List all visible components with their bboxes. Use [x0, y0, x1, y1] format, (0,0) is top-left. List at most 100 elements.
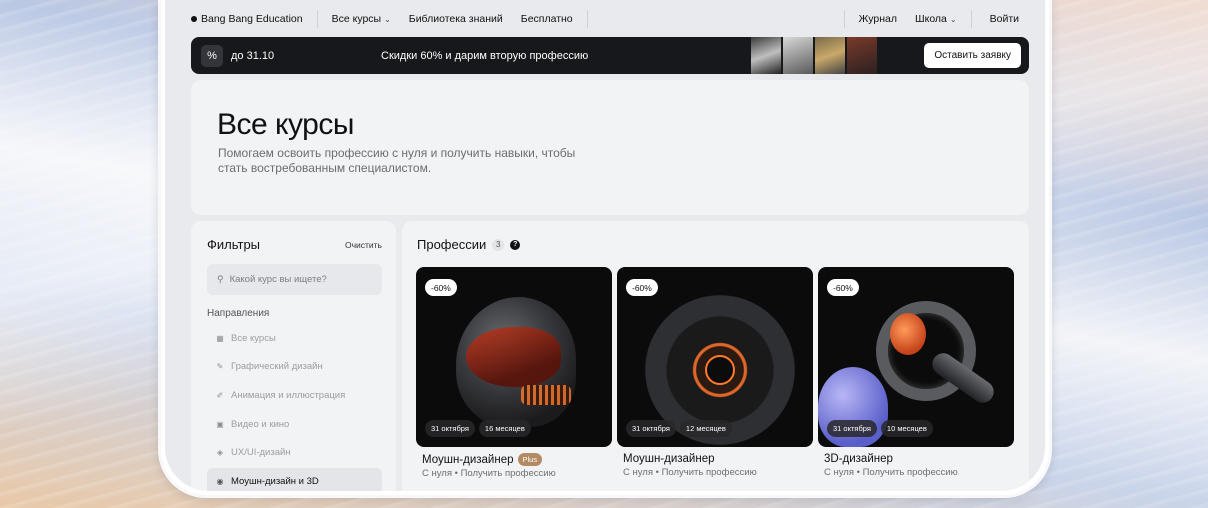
direction-item-video[interactable]: ▣ Видео и кино [207, 411, 382, 437]
search-placeholder: Какой курс вы ищете? [229, 274, 327, 285]
poster-image [847, 37, 877, 74]
promo-posters [751, 37, 877, 74]
course-chips: 31 октября 12 месяцев [626, 420, 732, 437]
percent-icon: % [201, 44, 223, 67]
direction-label: Все курсы [231, 332, 276, 344]
direction-label: Анимация и иллюстрация [231, 389, 346, 401]
direction-label: Графический дизайн [231, 361, 323, 373]
discount-badge: -60% [425, 279, 457, 296]
duration-chip: 12 месяцев [679, 420, 732, 437]
direction-item-ux-ui[interactable]: ◈ UX/UI-дизайн [207, 440, 382, 466]
direction-item-graphic-design[interactable]: ✎ Графический дизайн [207, 354, 382, 380]
help-icon[interactable]: ? [510, 239, 521, 250]
duration-chip: 10 месяцев [880, 420, 933, 437]
course-search-input[interactable]: ⚲ Какой курс вы ищете? [207, 264, 382, 295]
start-date-chip: 31 октября [425, 420, 475, 437]
leave-request-button[interactable]: Оставить заявку [924, 43, 1021, 68]
plus-badge: Plus [517, 453, 543, 466]
nav-knowledge-library[interactable]: Библиотека знаний [409, 13, 503, 25]
pen-tool-icon: ✎ [216, 362, 224, 372]
device-frame: Bang Bang Education Все курсы ⌄ Библиоте… [158, 0, 1052, 498]
filters-panel: Фильтры Очистить ⚲ Какой курс вы ищете? … [191, 221, 396, 491]
course-card[interactable]: -60% 31 октября 12 месяцев Моушн-дизайне… [617, 267, 813, 479]
helmet-visor-illustration [466, 327, 561, 387]
tire-hub-illustration [705, 355, 735, 385]
login-label: Войти [989, 13, 1019, 25]
direction-item-motion-3d[interactable]: ◉ Моушн-дизайн и 3D [207, 468, 382, 491]
grid-icon: ▦ [216, 333, 224, 343]
course-chips: 31 октября 16 месяцев [425, 420, 531, 437]
brand-logo[interactable]: Bang Bang Education [191, 13, 303, 25]
course-title-text: 3D-дизайнер [824, 453, 893, 465]
course-title[interactable]: 3D-дизайнер [824, 453, 1014, 465]
professions-title: Профессии [417, 237, 487, 252]
course-chips: 31 октября 10 месяцев [827, 420, 933, 437]
direction-item-animation[interactable]: ✐ Анимация и иллюстрация [207, 382, 382, 408]
discount-badge: -60% [626, 279, 658, 296]
nav-divider [970, 10, 972, 28]
cap-illustration [890, 313, 926, 355]
nav-divider [316, 10, 318, 28]
duration-chip: 16 месяцев [478, 420, 531, 437]
direction-item-all-courses[interactable]: ▦ Все курсы [207, 325, 382, 351]
promo-banner[interactable]: % до 31.10 Скидки 60% и дарим вторую про… [191, 37, 1029, 74]
promo-text: Скидки 60% и дарим вторую профессию [381, 49, 589, 62]
right-navigation: Журнал Школа ⌄ Войти [859, 10, 1019, 28]
clear-filters-button[interactable]: Очистить [345, 240, 382, 250]
course-card[interactable]: -60% 31 октября 10 месяцев 3D-дизайнер С… [818, 267, 1014, 479]
course-title[interactable]: Моушн-дизайнер [623, 453, 813, 465]
promo-date: до 31.10 [231, 49, 275, 62]
nav-all-courses-label: Все курсы [331, 13, 382, 25]
filters-title: Фильтры [207, 237, 261, 252]
layers-icon: ◈ [216, 448, 224, 458]
page-title: Все курсы [217, 108, 354, 141]
course-card[interactable]: -60% 31 октября 16 месяцев Моушн-дизайне… [416, 267, 612, 479]
course-meta: С нуля • Получить профессию [824, 467, 958, 478]
brush-icon: ✐ [216, 390, 224, 400]
course-card-image[interactable]: -60% 31 октября 16 месяцев [416, 267, 612, 447]
course-title-text: Моушн-дизайнер [422, 453, 514, 466]
nav-free-label: Бесплатно [520, 13, 573, 25]
professions-count-badge: 3 [492, 238, 505, 251]
play-icon: ▣ [216, 419, 224, 429]
nav-school[interactable]: Школа ⌄ [915, 13, 957, 25]
course-meta: С нуля • Получить профессию [623, 467, 757, 478]
course-card-image[interactable]: -60% 31 октября 10 месяцев [818, 267, 1014, 447]
login-link[interactable]: Войти [990, 13, 1019, 25]
nav-knowledge-library-label: Библиотека знаний [408, 13, 503, 25]
course-cards: -60% 31 октября 16 месяцев Моушн-дизайне… [416, 267, 1014, 479]
poster-image [783, 37, 813, 74]
motion-icon: ◉ [216, 476, 224, 486]
directions-label: Направления [207, 308, 270, 319]
search-icon: ⚲ [217, 274, 224, 284]
nav-school-label: Школа [914, 13, 947, 25]
nav-all-courses[interactable]: Все курсы ⌄ [332, 13, 391, 25]
professions-section: Профессии 3 ? -60% 31 октября 16 месяцев [402, 221, 1029, 491]
discount-badge: -60% [827, 279, 859, 296]
chevron-down-icon: ⌄ [949, 14, 957, 24]
direction-label: UX/UI-дизайн [231, 447, 291, 459]
nav-free[interactable]: Бесплатно [521, 13, 573, 25]
hero-section: Все курсы Помогаем освоить профессию с н… [191, 80, 1029, 215]
brand-name: Bang Bang Education [201, 13, 303, 25]
browser-viewport: Bang Bang Education Все курсы ⌄ Библиоте… [165, 0, 1045, 491]
nav-journal[interactable]: Журнал [859, 13, 897, 25]
poster-image [815, 37, 845, 74]
poster-image [751, 37, 781, 74]
course-title-text: Моушн-дизайнер [623, 453, 715, 465]
brand-dot-icon [191, 16, 197, 22]
top-navigation: Bang Bang Education Все курсы ⌄ Библиоте… [191, 8, 1019, 30]
page-subtitle: Помогаем освоить профессию с нуля и полу… [218, 146, 576, 175]
course-card-image[interactable]: -60% 31 октября 12 месяцев [617, 267, 813, 447]
helmet-glow-illustration [521, 385, 571, 405]
nav-divider [586, 10, 588, 28]
nav-divider [843, 10, 845, 28]
nav-journal-label: Журнал [858, 13, 897, 25]
professions-header: Профессии 3 ? [417, 237, 521, 252]
course-title[interactable]: Моушн-дизайнер Plus [422, 453, 612, 466]
course-meta: С нуля • Получить профессию [422, 468, 556, 479]
start-date-chip: 31 октября [827, 420, 877, 437]
directions-list: ▦ Все курсы ✎ Графический дизайн ✐ Анима… [207, 325, 382, 491]
chevron-down-icon: ⌄ [384, 14, 391, 24]
start-date-chip: 31 октября [626, 420, 676, 437]
